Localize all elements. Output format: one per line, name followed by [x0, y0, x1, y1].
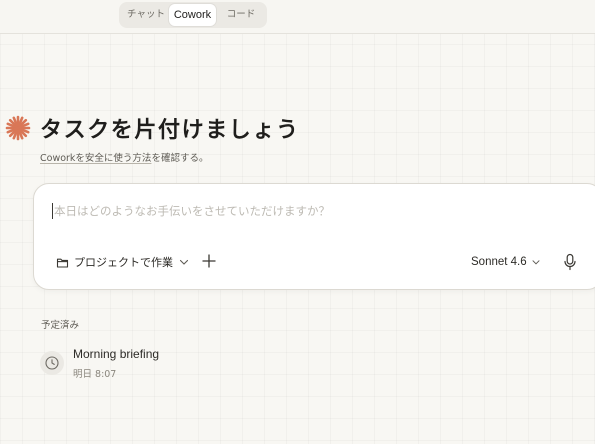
project-selector-button[interactable]: プロジェクトで作業: [56, 252, 190, 272]
chevron-down-icon: [532, 260, 540, 265]
prompt-composer: 本日はどのようなお手伝いをさせていただけますか？ プロジェクトで作業 Sonne…: [33, 183, 595, 290]
project-selector-label: プロジェクトで作業: [74, 256, 173, 269]
sparkle-logo-icon: [5, 115, 31, 141]
scheduled-task-title: Morning briefing: [73, 347, 160, 361]
scheduled-task-time: 明日 8:07: [73, 369, 117, 380]
model-selector-button[interactable]: Sonnet 4.6: [471, 252, 541, 272]
tab-cowork[interactable]: Cowork: [169, 4, 216, 26]
plus-icon[interactable]: [199, 251, 219, 271]
scheduled-section-label: 予定済み: [41, 320, 80, 331]
top-bar: チャット Cowork コード: [0, 0, 595, 34]
safety-note: Coworkを安全に使う方法を確認する。: [40, 150, 208, 164]
tab-code[interactable]: コード: [219, 4, 263, 26]
safety-note-suffix: を確認する。: [151, 153, 209, 164]
scheduled-task-item[interactable]: Morning briefing 明日 8:07: [38, 345, 338, 381]
safety-link[interactable]: Coworkを安全に使う方法: [40, 153, 151, 164]
text-cursor: [52, 203, 53, 219]
clock-icon: [45, 356, 59, 370]
folder-icon: [56, 258, 69, 268]
mode-switch: チャット Cowork コード: [119, 2, 267, 28]
page-title: タスクを片付けましょう: [40, 118, 300, 143]
model-selector-label: Sonnet 4.6: [471, 256, 527, 268]
microphone-icon[interactable]: [562, 252, 578, 272]
tab-chat[interactable]: チャット: [123, 4, 169, 26]
chevron-down-icon: [179, 259, 189, 265]
prompt-input[interactable]: 本日はどのようなお手伝いをさせていただけますか？: [54, 203, 330, 219]
clock-icon-badge: [40, 351, 64, 375]
